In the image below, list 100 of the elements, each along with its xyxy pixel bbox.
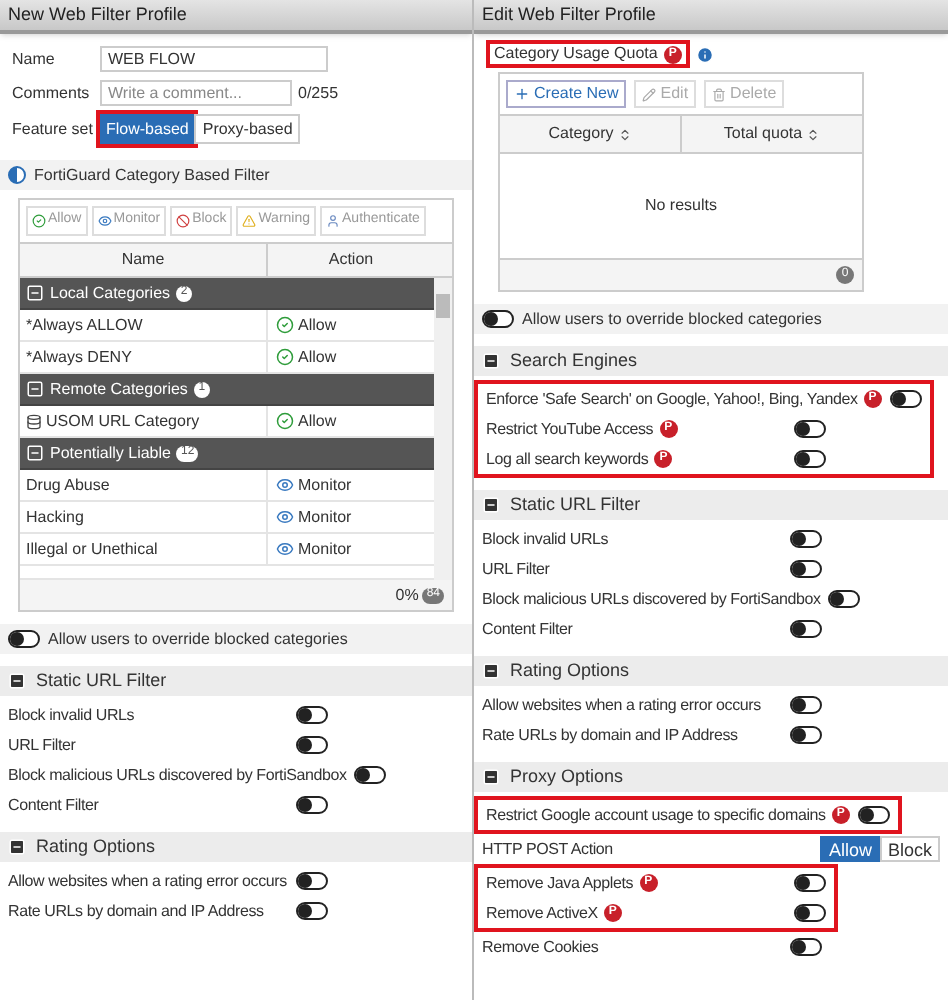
empty-message: No results <box>644 194 717 218</box>
section-header: Rating Options <box>0 832 472 862</box>
option-label: Content Filter <box>8 793 99 817</box>
toggle-switch[interactable] <box>296 736 328 754</box>
segment-option[interactable]: Allow <box>820 836 880 862</box>
collapse-icon <box>8 672 26 690</box>
toggle-switch[interactable] <box>794 420 826 438</box>
eye-icon <box>97 214 112 228</box>
toggle-switch[interactable] <box>857 806 890 824</box>
toggle-switch[interactable] <box>790 696 822 714</box>
warning-icon <box>242 214 257 228</box>
text-field[interactable]: Write a comment... <box>100 80 292 106</box>
toggle-switch[interactable] <box>296 706 328 724</box>
toggle-switch[interactable] <box>790 560 822 578</box>
section-header: Static URL Filter <box>474 490 948 520</box>
plus-icon <box>514 86 530 102</box>
pencil-icon <box>642 87 657 101</box>
option-label: Allow websites when a rating error occurs <box>8 869 287 893</box>
option-label: Block invalid URLs <box>8 703 135 727</box>
option-label: Log all search keywords <box>486 447 649 471</box>
collapse-icon <box>8 838 26 856</box>
table-cell: Monitor <box>268 470 434 500</box>
option-label: Restrict Google account usage to specific domains <box>486 803 826 827</box>
toggle-switch[interactable] <box>296 872 328 890</box>
eye-icon <box>276 476 294 494</box>
field-label: Name <box>12 47 57 71</box>
section-header: Proxy Options <box>474 762 948 792</box>
column-header: Action <box>326 248 376 272</box>
collapse-icon <box>26 444 44 462</box>
toggle-switch[interactable] <box>790 620 822 638</box>
toggle-switch[interactable] <box>889 390 922 408</box>
toggle-switch[interactable] <box>296 796 328 814</box>
pane-header: Edit Web Filter Profile <box>474 0 948 34</box>
table-cell: Monitor <box>268 502 434 532</box>
section-title: FortiGuard Category Based Filter <box>34 163 270 187</box>
toggle-switch[interactable] <box>296 902 328 920</box>
option-label: Remove Java Applets <box>486 871 634 895</box>
table-cell: Illegal or Unethical <box>20 534 268 564</box>
option-label: URL Filter <box>8 733 76 757</box>
user-icon <box>326 214 341 228</box>
option-label: Block malicious URLs discovered by FortiSandbox <box>482 587 821 611</box>
pane-header: New Web Filter Profile <box>0 0 472 34</box>
toggle-switch[interactable] <box>8 630 40 648</box>
block-icon <box>176 214 191 228</box>
eye-icon <box>276 540 294 558</box>
toggle-icon[interactable] <box>8 166 26 184</box>
toggle-switch[interactable] <box>790 938 822 956</box>
trash-icon <box>712 87 727 101</box>
toggle-switch[interactable] <box>794 904 826 922</box>
column-header: Category <box>548 122 614 146</box>
table-cell: Allow <box>268 310 434 340</box>
toggle-switch[interactable] <box>354 766 387 784</box>
toggle-switch[interactable] <box>790 726 822 744</box>
segment-option[interactable]: Block <box>879 836 940 862</box>
option-label: HTTP POST Action <box>482 837 613 861</box>
table-cell: USOM URL Category <box>20 406 268 436</box>
option-label: Enforce 'Safe Search' on Google, Yahoo!, Bing, Yandex <box>486 387 858 411</box>
table-cell: *Always ALLOW <box>20 310 268 340</box>
check-circle-icon <box>276 412 294 430</box>
option-label: Allow users to override blocked categories <box>522 307 822 331</box>
scrollbar[interactable] <box>434 278 452 580</box>
toggle-switch[interactable] <box>794 874 826 892</box>
collapse-icon <box>482 352 500 370</box>
check-circle-icon <box>32 214 46 228</box>
option-label: Block invalid URLs <box>482 527 609 551</box>
section-header: Search Engines <box>474 346 948 376</box>
character-counter: 0/255 <box>298 81 339 105</box>
sort-icon[interactable] <box>617 127 632 141</box>
sort-icon[interactable] <box>806 127 821 141</box>
toggle-switch[interactable] <box>790 530 822 548</box>
table-cell: Drug Abuse <box>20 470 268 500</box>
text-field[interactable]: WEB FLOW <box>100 46 328 72</box>
quota-title: Category Usage Quota <box>494 42 658 66</box>
check-circle-icon <box>276 316 294 334</box>
table-cell: Allow <box>268 342 434 372</box>
column-header: Name <box>20 244 268 276</box>
option-label: Remove ActiveX <box>486 901 598 925</box>
table-cell: Monitor <box>268 534 434 564</box>
option-label: Restrict YouTube Access <box>486 417 654 441</box>
collapse-icon <box>482 768 500 786</box>
check-circle-icon <box>276 348 294 366</box>
option-label: Allow websites when a rating error occurs <box>482 693 761 717</box>
toggle-switch[interactable] <box>794 450 826 468</box>
collapse-icon <box>26 380 44 398</box>
toolbar-button[interactable]: Create New <box>506 80 627 108</box>
segment-option[interactable]: Flow-based <box>100 114 195 144</box>
option-label: Remove Cookies <box>482 935 599 959</box>
collapse-icon <box>482 496 500 514</box>
table-cell: *Always DENY <box>20 342 268 372</box>
collapse-icon <box>482 662 500 680</box>
info-icon <box>695 45 714 63</box>
option-label: Rate URLs by domain and IP Address <box>8 899 264 923</box>
toggle-switch[interactable] <box>482 310 514 328</box>
progress-text: 0% <box>395 583 419 607</box>
table-cell: Hacking <box>20 502 268 532</box>
collapse-icon <box>26 284 44 302</box>
toggle-switch[interactable] <box>828 590 861 608</box>
segment-option[interactable]: Proxy-based <box>194 114 301 144</box>
option-label: Rate URLs by domain and IP Address <box>482 723 738 747</box>
option-label: URL Filter <box>482 557 550 581</box>
